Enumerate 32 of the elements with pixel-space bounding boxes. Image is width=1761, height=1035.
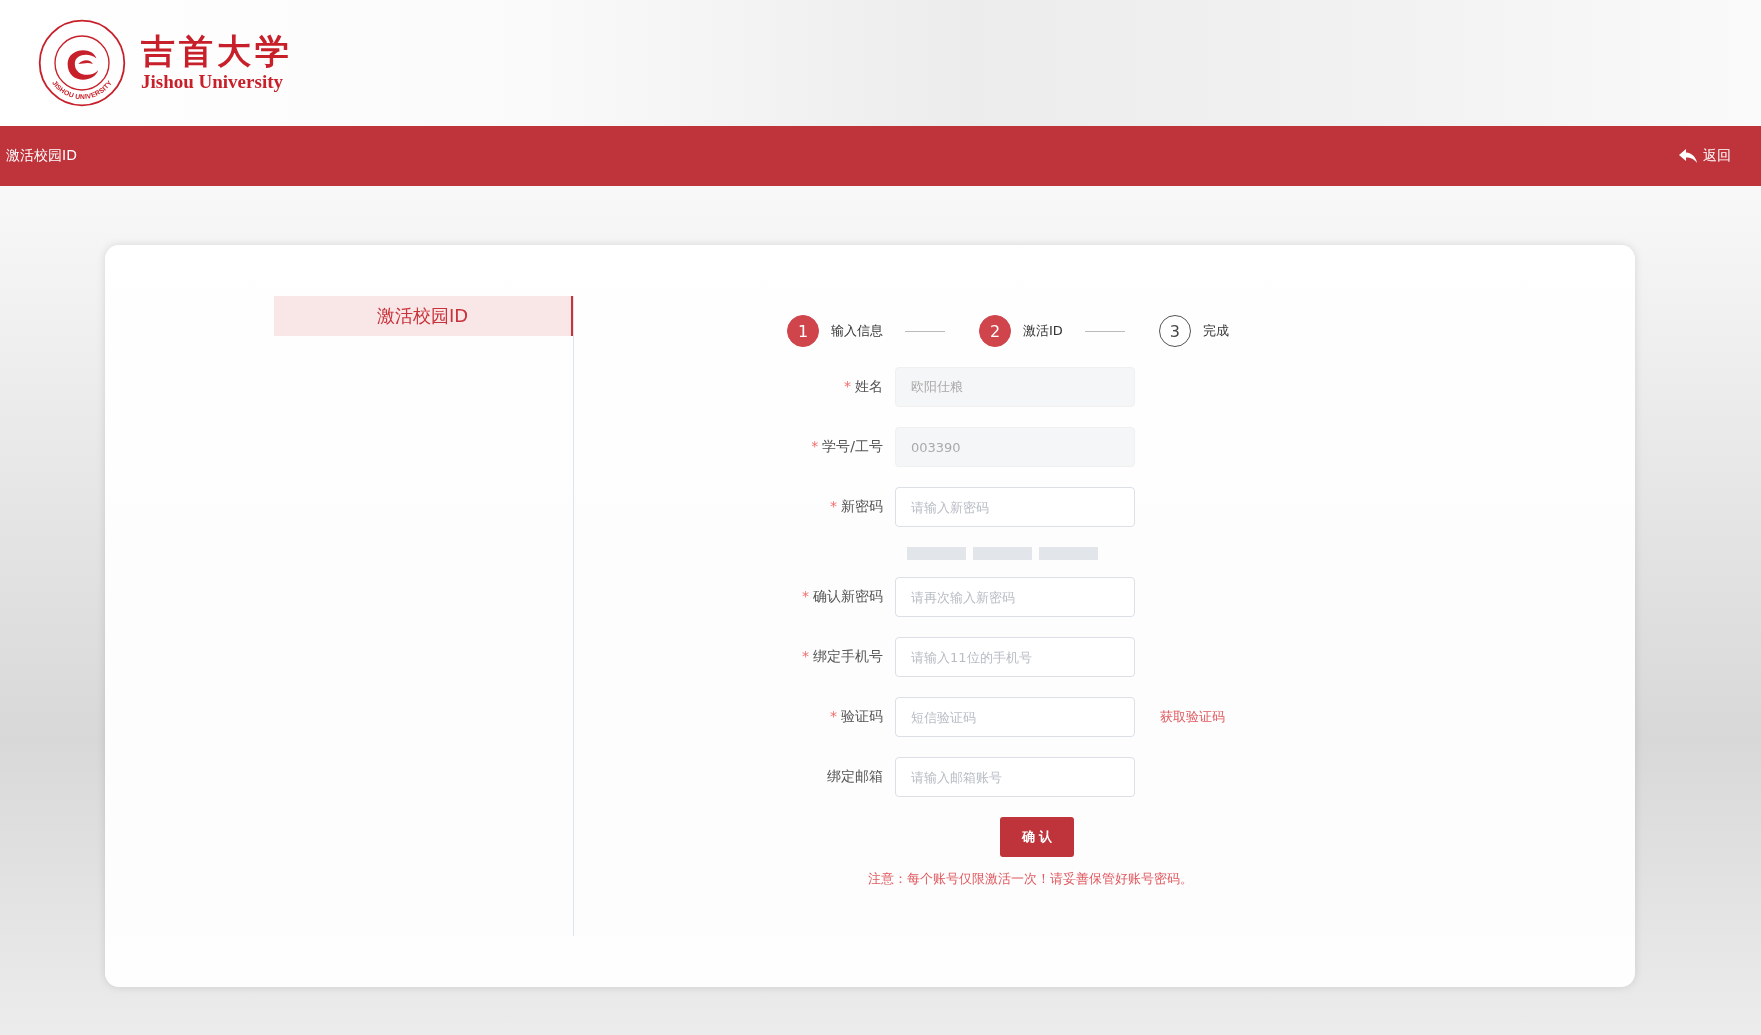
field-label: 验证码 (841, 708, 883, 724)
get-code-link[interactable]: 获取验证码 (1160, 708, 1225, 726)
field-label: 绑定邮箱 (827, 768, 883, 784)
page-title: 激活校园ID (6, 147, 77, 165)
required-mark: * (802, 648, 809, 664)
step-label: 激活ID (1023, 322, 1063, 340)
required-mark: * (844, 378, 851, 394)
reply-arrow-icon (1678, 148, 1698, 164)
field-label: 绑定手机号 (813, 648, 883, 664)
warning-note: 注意：每个账号仅限激活一次！请妥善保管好账号密码。 (868, 871, 1194, 888)
back-link[interactable]: 返回 (1678, 147, 1731, 165)
required-mark: * (830, 498, 837, 514)
required-mark: * (802, 588, 809, 604)
university-name: 吉首大学 (141, 32, 293, 71)
input-field[interactable]: 请再次输入新密码 (895, 577, 1135, 617)
field-label: 学号/工号 (822, 438, 883, 454)
input-field[interactable]: 请输入11位的手机号 (895, 637, 1135, 677)
input-field[interactable]: 请输入新密码 (895, 487, 1135, 527)
field-label: 姓名 (855, 378, 883, 394)
sidebar-item[interactable]: 激活校园ID (274, 296, 573, 336)
input-field[interactable]: 请输入邮箱账号 (895, 757, 1135, 797)
step-number: 1 (787, 315, 819, 347)
field-label: 确认新密码 (813, 588, 883, 604)
confirm-button[interactable]: 确 认 (1000, 817, 1074, 857)
field-label: 新密码 (841, 498, 883, 514)
required-mark: * (830, 708, 837, 724)
step-label: 完成 (1202, 322, 1229, 340)
university-name-english: Jishou University (141, 72, 284, 94)
step-number: 2 (979, 315, 1011, 347)
required-mark: * (811, 438, 819, 454)
step-label: 输入信息 (831, 322, 883, 340)
input-field[interactable]: 短信验证码 (895, 697, 1135, 737)
